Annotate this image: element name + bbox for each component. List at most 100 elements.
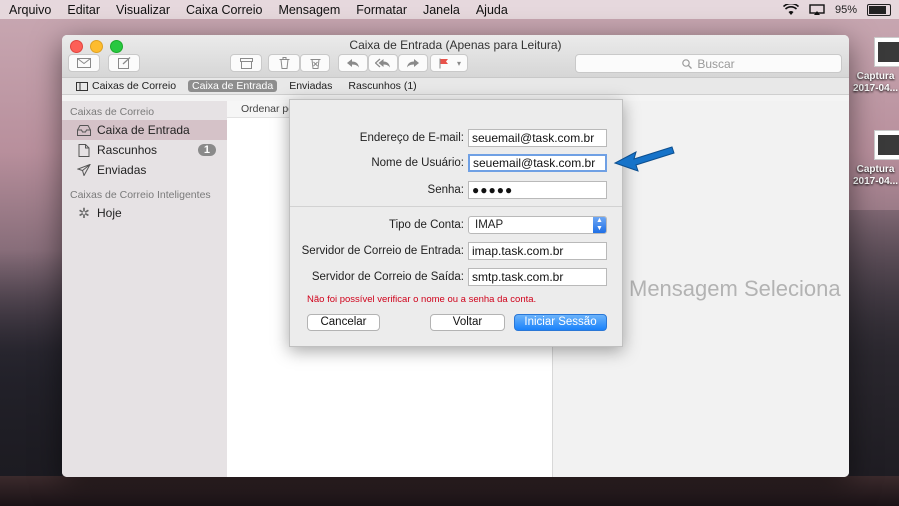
annotation-arrow-icon [612, 142, 676, 178]
username-field[interactable]: seuemail@task.com.br [468, 154, 607, 172]
menu-janela[interactable]: Janela [415, 3, 468, 17]
envelope-icon [77, 58, 91, 68]
menu-bar: Arquivo Editar Visualizar Caixa Correio … [0, 0, 899, 19]
sidebar-toggle-icon [76, 81, 88, 91]
inbox-icon [77, 124, 91, 136]
menu-visualizar[interactable]: Visualizar [108, 3, 178, 17]
password-field[interactable]: ●●●●● [468, 181, 607, 199]
sidebar: Caixas de Correio Caixa de Entrada Rascu… [62, 101, 227, 477]
menu-ajuda[interactable]: Ajuda [468, 3, 516, 17]
sidebar-item-inbox[interactable]: Caixa de Entrada [62, 120, 227, 140]
gear-icon: ✲ [78, 204, 90, 221]
username-label: Nome de Usuário: [371, 157, 464, 169]
favorites-sent[interactable]: Enviadas [285, 80, 336, 92]
sidebar-item-label: Rascunhos [97, 143, 158, 157]
wifi-icon[interactable] [782, 3, 799, 16]
junk-button[interactable] [300, 54, 330, 72]
sidebar-section-smart: Caixas de Correio Inteligentes [70, 189, 211, 201]
menu-caixa-correio[interactable]: Caixa Correio [178, 3, 270, 17]
flag-button[interactable]: ▾ [430, 54, 468, 72]
chevron-down-icon: ▾ [457, 58, 462, 68]
flag-icon [439, 58, 448, 68]
email-field[interactable]: seuemail@task.com.br [468, 129, 607, 147]
file-thumbnail [874, 130, 899, 160]
account-setup-sheet: Endereço de E-mail: seuemail@task.com.br… [289, 99, 623, 347]
sidebar-item-sent[interactable]: Enviadas [62, 160, 227, 180]
sidebar-section-mailboxes: Caixas de Correio [70, 106, 155, 118]
stepper-arrows-icon: ▲ ▼ [593, 217, 606, 233]
unread-count-badge: 1 [197, 144, 216, 156]
delete-button[interactable] [268, 54, 300, 72]
favorites-mailboxes[interactable]: Caixas de Correio [72, 80, 180, 92]
forward-icon [407, 59, 419, 68]
file-name-line1: Captura [856, 164, 895, 175]
account-type-row: Tipo de Conta: IMAP ▲ ▼ [290, 215, 622, 235]
junk-icon [310, 59, 320, 69]
compose-icon [117, 57, 130, 69]
status-area: 95% [782, 3, 899, 16]
email-row: Endereço de E-mail: seuemail@task.com.br [290, 128, 622, 148]
favorites-drafts[interactable]: Rascunhos (1) [344, 80, 420, 92]
sidebar-item-label: Enviadas [97, 163, 147, 177]
menu-formatar[interactable]: Formatar [348, 3, 415, 17]
account-type-label: Tipo de Conta: [388, 219, 464, 231]
file-name-line2: 2017-04... [852, 176, 899, 187]
file-name-line2: 2017-04... [852, 83, 899, 94]
sidebar-item-label: Hoje [97, 206, 122, 220]
desktop-file-1[interactable]: Captura 2017-04... [852, 37, 899, 95]
incoming-label: Servidor de Correio de Entrada: [301, 245, 464, 257]
incoming-row: Servidor de Correio de Entrada: imap.tas… [290, 241, 622, 261]
sidebar-item-drafts[interactable]: Rascunhos 1 [62, 140, 227, 160]
divider [290, 206, 622, 207]
airplay-icon[interactable] [809, 3, 825, 16]
get-mail-button[interactable] [68, 54, 100, 72]
email-label: Endereço de E-mail: [359, 132, 464, 144]
desktop-cranes [0, 250, 62, 506]
toolbar: Caixa de Entrada (Apenas para Leitura) ▾ [62, 35, 849, 78]
incoming-server-field[interactable]: imap.task.com.br [468, 242, 607, 260]
desktop-file-2[interactable]: Captura 2017-04... [852, 130, 899, 188]
sidebar-item-today[interactable]: ✲ Hoje [62, 203, 227, 223]
file-thumbnail [874, 37, 899, 67]
no-message-label: Mensagem Seleciona [629, 276, 841, 301]
archive-button[interactable] [230, 54, 262, 72]
menu-arquivo[interactable]: Arquivo [0, 3, 59, 17]
sidebar-item-label: Caixa de Entrada [97, 123, 190, 137]
sign-in-button[interactable]: Iniciar Sessão [514, 314, 607, 331]
menu-mensagem[interactable]: Mensagem [270, 3, 348, 17]
battery-fill [869, 5, 887, 14]
desktop-city [849, 210, 899, 506]
battery-icon[interactable] [867, 3, 891, 16]
file-name-line1: Captura [856, 71, 895, 82]
battery-percent: 95% [834, 3, 857, 16]
window-title: Caixa de Entrada (Apenas para Leitura) [349, 38, 562, 52]
forward-button[interactable] [398, 54, 428, 72]
cancel-button[interactable]: Cancelar [307, 314, 380, 331]
reply-button[interactable] [338, 54, 368, 72]
sent-icon [77, 164, 91, 176]
username-row: Nome de Usuário: seuemail@task.com.br [290, 153, 622, 173]
outgoing-server-field[interactable]: smtp.task.com.br [468, 268, 607, 286]
favorites-inbox[interactable]: Caixa de Entrada [188, 80, 278, 92]
reply-all-button[interactable] [368, 54, 398, 72]
account-type-value: IMAP [475, 219, 504, 231]
account-type-select[interactable]: IMAP ▲ ▼ [468, 216, 607, 234]
menu-editar[interactable]: Editar [59, 3, 108, 17]
search-icon [682, 58, 693, 69]
trash-icon [279, 57, 289, 69]
archive-icon [239, 57, 253, 69]
password-label: Senha: [427, 184, 464, 196]
outgoing-label: Servidor de Correio de Saída: [311, 271, 464, 283]
desktop-ground [0, 476, 899, 506]
back-button[interactable]: Voltar [430, 314, 505, 331]
search-field[interactable]: Buscar [575, 54, 842, 73]
favorites-bar: Caixas de Correio Caixa de Entrada Envia… [62, 78, 849, 95]
search-placeholder: Buscar [697, 56, 735, 71]
outgoing-row: Servidor de Correio de Saída: smtp.task.… [290, 267, 622, 287]
reply-icon [347, 59, 359, 68]
password-row: Senha: ●●●●● [290, 180, 622, 200]
compose-button[interactable] [108, 54, 140, 72]
draft-icon [78, 143, 90, 157]
fav-label: Caixas de Correio [92, 80, 177, 92]
error-message: Não foi possível verificar o nome ou a s… [307, 294, 537, 305]
